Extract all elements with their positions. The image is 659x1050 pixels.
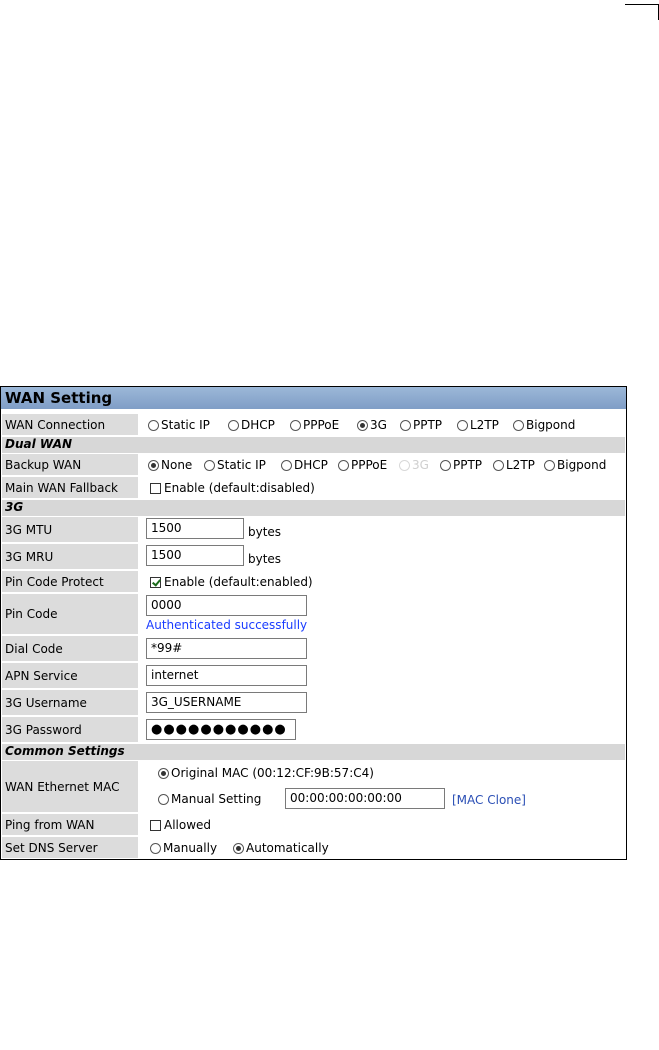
section-common-settings: Common Settings [2, 744, 625, 760]
mac-clone-link[interactable]: [MAC Clone] [452, 793, 526, 807]
pin-status-text: Authenticated successfully [146, 618, 308, 632]
wan-connection-label: WAN Connection [5, 417, 106, 432]
wan-option-dhcp[interactable]: DHCP [228, 418, 275, 432]
backup-option-pppoe[interactable]: PPPoE [338, 458, 387, 472]
radio-icon[interactable] [338, 459, 349, 471]
ping-checkbox[interactable]: Allowed [150, 818, 211, 832]
password-input[interactable]: ●●●●●●●●●●● [146, 719, 296, 740]
backup-option-none[interactable]: None [148, 458, 192, 472]
mac-option-manual[interactable]: Manual Setting [158, 792, 261, 806]
wan-option-l2tp[interactable]: L2TP [457, 418, 499, 432]
mtu-input[interactable]: 1500 [146, 518, 244, 539]
wan-option-static-ip[interactable]: Static IP [148, 418, 210, 432]
mac-option-original[interactable]: Original MAC (00:12:CF:9B:57:C4) [158, 766, 374, 780]
dns-option-automatically[interactable]: Automatically [233, 841, 329, 855]
backup-option-dhcp[interactable]: DHCP [281, 458, 328, 472]
backup-option-bigpond[interactable]: Bigpond [544, 458, 606, 472]
wan-setting-panel: WAN Setting WAN Connection Static IP DHC… [0, 386, 627, 860]
radio-icon[interactable] [400, 419, 411, 431]
mac-manual-input[interactable]: 00:00:00:00:00:00 [285, 788, 445, 809]
pin-protect-label: Pin Code Protect [5, 574, 104, 589]
section-common-title: Common Settings [5, 744, 125, 758]
mru-label: 3G MRU [5, 549, 54, 564]
radio-selected-icon[interactable] [233, 842, 244, 854]
section-dual-wan: Dual WAN [2, 437, 625, 453]
checkbox-icon[interactable] [150, 482, 161, 494]
section-3g: 3G [2, 500, 625, 516]
mtu-label: 3G MTU [5, 522, 53, 537]
radio-icon[interactable] [204, 459, 215, 471]
fallback-checkbox[interactable]: Enable (default:disabled) [150, 481, 315, 495]
apn-label: APN Service [5, 668, 78, 683]
page-corner-mark [625, 0, 659, 20]
radio-icon[interactable] [148, 419, 159, 431]
row-pin-protect: Pin Code Protect Enable (default:enabled… [2, 571, 625, 592]
row-wan-ethernet-mac: WAN Ethernet MAC Original MAC (00:12:CF:… [2, 761, 625, 812]
mtu-unit: bytes [248, 525, 282, 539]
row-main-wan-fallback: Main WAN Fallback Enable (default:disabl… [2, 477, 625, 498]
backup-option-pptp[interactable]: PPTP [440, 458, 482, 472]
username-input[interactable]: 3G_USERNAME [146, 692, 307, 713]
row-3g-username: 3G Username 3G_USERNAME [2, 690, 625, 715]
wan-option-3g[interactable]: 3G [357, 418, 387, 432]
wan-option-pppoe[interactable]: PPPoE [290, 418, 339, 432]
row-pin-code: Pin Code 0000 Authenticated successfully [2, 594, 625, 634]
radio-icon[interactable] [158, 794, 169, 805]
username-label: 3G Username [5, 695, 87, 710]
dns-label: Set DNS Server [5, 840, 98, 855]
dial-code-label: Dial Code [5, 641, 63, 656]
dns-option-manually[interactable]: Manually [150, 841, 217, 855]
radio-icon[interactable] [544, 459, 555, 471]
radio-selected-icon[interactable] [357, 419, 368, 431]
radio-icon[interactable] [281, 459, 292, 471]
section-3g-title: 3G [5, 500, 24, 514]
radio-disabled-icon [399, 459, 410, 471]
row-ping-from-wan: Ping from WAN Allowed [2, 814, 625, 835]
radio-icon[interactable] [513, 419, 524, 431]
backup-option-3g-disabled: 3G [399, 458, 429, 472]
checkbox-icon[interactable] [150, 819, 161, 831]
backup-option-l2tp[interactable]: L2TP [493, 458, 535, 472]
panel-title: WAN Setting [5, 389, 113, 407]
row-wan-connection: WAN Connection Static IP DHCP PPPoE 3G P… [2, 414, 625, 435]
checkbox-checked-icon[interactable] [150, 576, 161, 588]
wan-option-bigpond[interactable]: Bigpond [513, 418, 575, 432]
pin-code-label: Pin Code [5, 607, 58, 621]
ping-label: Ping from WAN [5, 817, 95, 832]
row-3g-password: 3G Password ●●●●●●●●●●● [2, 717, 625, 742]
pin-protect-checkbox[interactable]: Enable (default:enabled) [150, 575, 313, 589]
radio-icon[interactable] [228, 419, 239, 431]
backup-wan-label: Backup WAN [5, 457, 82, 472]
row-backup-wan: Backup WAN None Static IP DHCP PPPoE 3G … [2, 454, 625, 475]
row-3g-mtu: 3G MTU 1500 bytes [2, 517, 625, 542]
wan-option-pptp[interactable]: PPTP [400, 418, 442, 432]
panel-title-bar: WAN Setting [1, 387, 626, 409]
row-set-dns-server: Set DNS Server Manually Automatically [2, 837, 625, 858]
mac-label: WAN Ethernet MAC [5, 779, 120, 794]
radio-selected-icon[interactable] [148, 459, 159, 471]
radio-icon[interactable] [457, 419, 468, 431]
section-dual-wan-title: Dual WAN [5, 437, 73, 451]
dial-code-input[interactable]: *99# [146, 638, 307, 659]
mru-unit: bytes [248, 552, 282, 566]
radio-icon[interactable] [290, 419, 301, 431]
apn-input[interactable]: internet [146, 665, 307, 686]
radio-icon[interactable] [493, 459, 504, 471]
radio-icon[interactable] [150, 842, 161, 854]
fallback-label: Main WAN Fallback [5, 480, 119, 495]
pin-code-input[interactable]: 0000 [146, 595, 307, 616]
row-dial-code: Dial Code *99# [2, 636, 625, 661]
radio-selected-icon[interactable] [158, 768, 169, 779]
radio-icon[interactable] [440, 459, 451, 471]
row-3g-mru: 3G MRU 1500 bytes [2, 544, 625, 569]
backup-option-static-ip[interactable]: Static IP [204, 458, 266, 472]
mru-input[interactable]: 1500 [146, 545, 244, 566]
row-apn-service: APN Service internet [2, 663, 625, 688]
password-label: 3G Password [5, 722, 82, 737]
